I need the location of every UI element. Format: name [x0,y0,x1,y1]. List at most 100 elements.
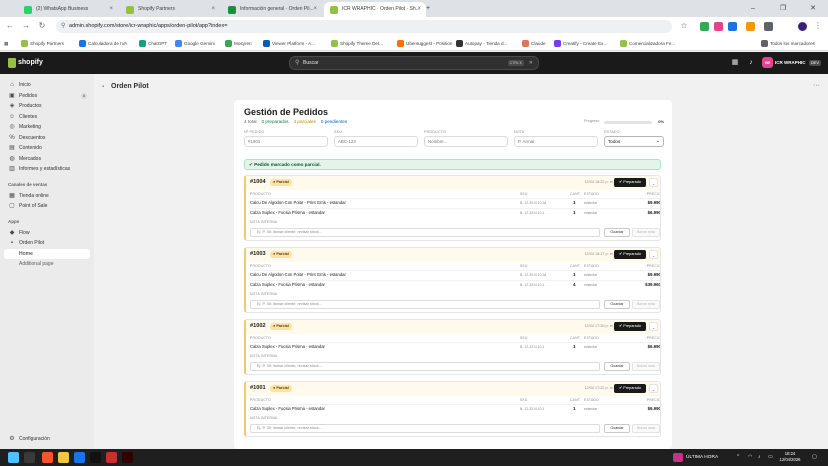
clear-note-button[interactable]: Borrar nota [632,362,660,371]
extensions-puzzle-icon[interactable] [764,22,773,31]
clear-note-button[interactable]: Borrar nota [632,300,660,309]
sidebar-item-informes[interactable]: ▥ Informes y estadísticas [4,164,90,174]
sidebar-item-marketing[interactable]: ◎ Marketing [4,122,90,132]
sidebar-app-flow[interactable]: ◆ Flow [4,228,90,238]
internal-note-input[interactable]: Ej. P. 35: llamar cliente, revisar stock… [250,300,600,309]
status-select[interactable]: Todos ⌄ [604,136,664,147]
clear-note-button[interactable]: Borrar nota [632,424,660,433]
expand-order-button[interactable]: ⌄ [649,322,658,331]
bookmark-item[interactable]: Shopify Partners [20,36,64,51]
clear-note-button[interactable]: Borrar nota [632,228,660,237]
new-tab-button[interactable]: + [420,0,436,17]
sidebar-item-productos[interactable]: ◈ Productos [4,101,90,111]
save-note-button[interactable]: Guardar [604,300,630,309]
shopify-logo[interactable]: shopify [8,57,43,69]
bookmark-item[interactable]: Comercializadora Fe... [619,36,675,51]
sku-input[interactable] [334,136,418,147]
save-note-button[interactable]: Guardar [604,362,630,371]
sidebar-item-clientes[interactable]: ☺ Clientes [4,112,90,122]
sidebar-item-contenido[interactable]: ▤ Contenido [4,143,90,153]
browser-tab-shopify-partners[interactable]: Shopify Partners × [120,2,220,17]
more-actions-icon[interactable]: ··· [813,82,820,89]
order-number[interactable]: #1003 [250,251,266,257]
minimize-icon[interactable]: – [738,0,768,17]
browser-tab-info[interactable]: Información general · Orden Pil... × [222,2,322,17]
maximize-icon[interactable]: ❐ [768,0,798,17]
apps-grid-icon[interactable]: ▦ [4,36,8,51]
mark-prepared-button[interactable]: ✔ Preparado [614,322,646,331]
bell-icon[interactable]: ♪ [746,58,756,68]
sidebar-settings[interactable]: ⚙ Configuración [4,434,90,444]
address-bar[interactable]: ⚲ admin.shopify.com/store/icr-wraphic/ap… [56,20,672,33]
order-number[interactable]: #1004 [250,179,266,185]
forward-icon[interactable]: → [20,20,32,32]
clear-search-icon[interactable]: ✕ [529,57,533,69]
extension-pink-icon[interactable] [714,22,723,31]
reload-icon[interactable]: ↻ [36,20,48,32]
close-tab-icon[interactable]: × [211,2,215,17]
bookmark-item[interactable]: Viewer Platform - A... [262,36,315,51]
bookmark-star-icon[interactable]: ☆ [678,20,690,32]
sidebar-section-channels[interactable]: Canales de ventas [8,181,47,189]
bookmark-item[interactable]: Shopify Theme Det... [330,36,383,51]
sidebar-item-descuentos[interactable]: % Descuentos [4,133,90,143]
extension-orange-icon[interactable] [746,22,755,31]
extension-blue-icon[interactable] [728,22,737,31]
internal-note-input[interactable]: Ej. P. 35: llamar cliente, revisar stock… [250,362,600,371]
bookmark-item[interactable]: Claude [521,36,546,51]
mark-prepared-button[interactable]: ✔ Preparado [614,384,646,393]
bookmark-item[interactable]: Ubersuggest - Position [396,36,452,51]
expand-order-button[interactable]: ⌄ [649,250,658,259]
sidebar-subitem-home[interactable]: Home [4,248,90,259]
sidebar-section-apps[interactable]: Apps [8,218,19,226]
sidebar-item-pedidos[interactable]: ▣ Pedidos 4 [4,91,90,101]
order-number[interactable]: #1002 [250,323,266,329]
close-tab-icon[interactable]: × [109,2,113,17]
sidebar-app-orden-pilot[interactable]: ▪ Orden Pilot [4,238,90,248]
notifications-icon[interactable]: ▢ [812,452,817,463]
expand-order-button[interactable]: ⌄ [649,178,658,187]
capcut-icon[interactable] [90,452,101,463]
store-icon[interactable]: ▦ [730,58,740,68]
bookmark-item[interactable]: Mosyren [224,36,252,51]
bookmark-item[interactable]: Autopay - Tienda d... [455,36,507,51]
bookmark-item[interactable]: Calculadora de IVA [78,36,127,51]
sidebar-item-mercados[interactable]: ◍ Mercados [4,154,90,164]
browser-menu-icon[interactable]: ⋮ [812,20,824,32]
files-icon[interactable] [58,452,69,463]
profile-avatar[interactable] [798,22,807,31]
tray-chevron-icon[interactable]: ⌃ [736,452,740,463]
site-info-icon[interactable]: ⚲ [61,21,65,32]
taskbar-search-icon[interactable] [24,452,35,463]
mark-prepared-button[interactable]: ✔ Preparado [614,250,646,259]
internal-note-input[interactable]: Ej. P. 35: llamar cliente, revisar stock… [250,228,600,237]
browser-tab-whatsapp[interactable]: (2) WhatsApp Business × [18,2,118,17]
product-input[interactable] [424,136,508,147]
order-number[interactable]: #1001 [250,385,266,391]
bookmark-item[interactable]: Google Gemini [174,36,215,51]
store-switcher[interactable]: IW ICR WRAPHIC DEV [762,57,821,69]
news-widget[interactable]: ÚLTIMA HORA [673,452,718,463]
app-red-icon[interactable] [106,452,117,463]
save-note-button[interactable]: Guardar [604,228,630,237]
sidebar-item-inicio[interactable]: ⌂ Inicio [4,80,90,90]
order-number-input[interactable] [244,136,328,147]
system-clock[interactable]: 18:24 12/04/2026 [778,451,802,463]
battery-icon[interactable]: ▭ [768,452,773,463]
chrome-icon[interactable] [74,452,85,463]
wifi-icon[interactable]: ◠ [748,452,752,463]
brave-icon[interactable] [42,452,53,463]
close-window-icon[interactable]: ✕ [798,0,828,17]
sidebar-subitem-additional-page[interactable]: Additional page [4,259,90,269]
internal-note-input[interactable]: Ej. P. 35: llamar cliente, revisar stock… [250,424,600,433]
expand-order-button[interactable]: ⌄ [649,384,658,393]
extension-green-icon[interactable] [700,22,709,31]
bookmark-item[interactable]: Creatify - Create Ex... [553,36,607,51]
close-tab-icon[interactable]: × [313,2,317,17]
volume-icon[interactable]: ♪ [758,452,761,463]
admin-search[interactable]: ⚲ Buscar CTRL K ✕ [289,56,539,70]
browser-tab-orden-pilot[interactable]: ICR WRAPHIC · Orden Pilot · Sh... × [324,2,426,17]
mark-prepared-button[interactable]: ✔ Preparado [614,178,646,187]
all-bookmarks-folder[interactable]: Todos los marcadores [760,36,815,51]
sidebar-channel-1[interactable]: ▢ Point of Sale [4,201,90,211]
